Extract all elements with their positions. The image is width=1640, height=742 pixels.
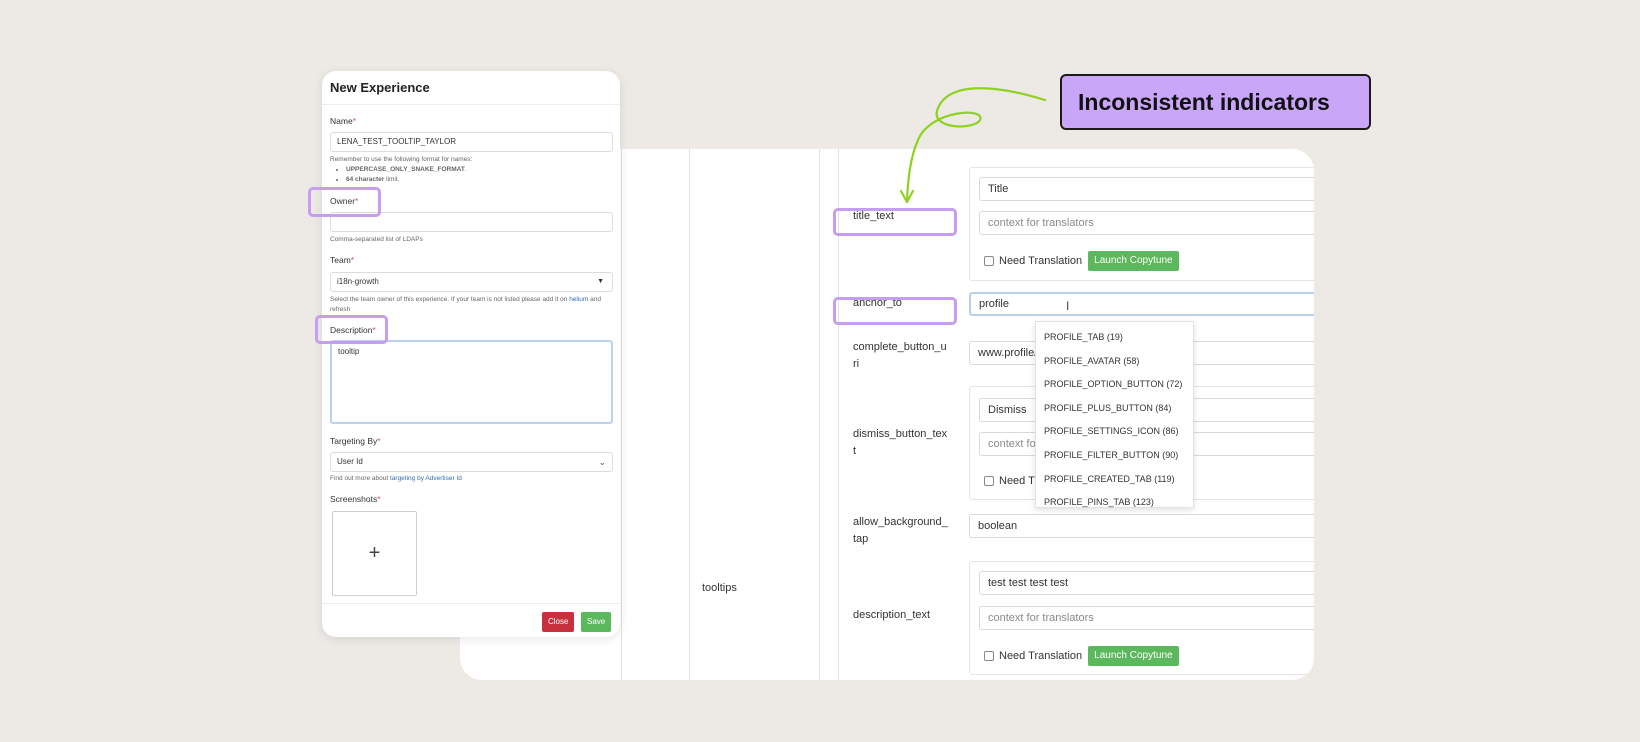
inconsistent-indicators-callout: Inconsistent indicators [1060, 74, 1371, 130]
highlight-anchor-to [833, 297, 957, 325]
title-text-translation-row: Need Translation Launch Copytune [984, 251, 1179, 271]
name-label: Name* [330, 116, 356, 126]
screenshots-label-text: Screenshots [330, 494, 378, 504]
plus-icon: + [368, 542, 381, 564]
description-translation-row: Need Translation Launch Copytune [984, 646, 1179, 666]
description-text-input[interactable]: test test test test [979, 571, 1314, 595]
new-experience-modal: New Experience Name* LENA_TEST_TOOLTIP_T… [322, 71, 620, 637]
required-marker: * [350, 255, 355, 265]
name-help: Remember to use the following format for… [330, 155, 613, 185]
need-translation-checkbox[interactable] [984, 651, 994, 661]
targeting-label: Targeting By* [330, 436, 381, 446]
dropdown-option[interactable]: PROFILE_PINS_TAB (123) [1036, 491, 1193, 515]
name-rule-text: limit. [384, 176, 400, 183]
need-translation-checkbox[interactable] [984, 476, 994, 486]
need-translation-label: Need Tr [999, 475, 1039, 487]
name-rule-text: . [464, 166, 467, 173]
targeting-advertiser-link[interactable]: targeting by Advertiser Id [390, 475, 462, 482]
field-label-allow-background-tap: allow_background_tap [853, 516, 948, 545]
required-marker: * [352, 116, 356, 126]
team-label: Team* [330, 255, 354, 265]
required-marker: * [377, 494, 381, 504]
field-label-dismiss-button-text: dismiss_button_text [853, 428, 948, 457]
need-translation-label: Need Translation [999, 255, 1083, 267]
owner-help: Comma-separated list of LDAPs [330, 236, 423, 243]
screenshots-label: Screenshots* [330, 494, 381, 504]
dropdown-option[interactable]: PROFILE_TAB (19) [1036, 326, 1193, 350]
name-input[interactable]: LENA_TEST_TOOLTIP_TAYLOR [330, 132, 613, 152]
description-context-input[interactable]: context for translators [979, 606, 1314, 630]
helium-link[interactable]: helium [569, 296, 588, 303]
dropdown-option[interactable]: PROFILE_OPTION_BUTTON (72) [1036, 373, 1193, 397]
section-label-tooltips: tooltips [702, 582, 737, 594]
required-marker: * [377, 436, 381, 446]
name-rules-list: UPPERCASE_ONLY_SNAKE_FORMAT. 64 characte… [330, 165, 613, 185]
name-rule-item: 64 character limit. [346, 175, 613, 185]
highlight-owner-label [308, 187, 381, 217]
dropdown-option[interactable]: PROFILE_SETTINGS_ICON (86) [1036, 420, 1193, 444]
name-rule-bold: 64 character [346, 176, 385, 183]
column-divider [689, 149, 690, 680]
name-rule-item: UPPERCASE_ONLY_SNAKE_FORMAT. [346, 165, 613, 175]
field-label-complete-button-uri: complete_button_uri [853, 341, 947, 370]
name-rule-bold: UPPERCASE_ONLY_SNAKE_FORMAT [346, 166, 465, 173]
team-select-value: i18n-growth [337, 277, 379, 286]
add-screenshot-button[interactable]: + [332, 511, 417, 596]
dropdown-option[interactable]: PROFILE_AVATAR (58) [1036, 350, 1193, 374]
launch-copytune-button[interactable]: Launch Copytune [1088, 646, 1179, 666]
caret-down-icon: ▼ [597, 278, 604, 285]
targeting-help-text: Find out more about [330, 475, 390, 482]
targeting-label-text: Targeting By [330, 436, 378, 446]
highlight-description-label [315, 315, 388, 344]
dropdown-option[interactable]: PROFILE_FILTER_BUTTON (90) [1036, 444, 1193, 468]
need-translation-checkbox[interactable] [984, 256, 994, 266]
text-cursor-icon: I [1066, 299, 1070, 313]
field-label-description-text: description_text [853, 609, 931, 621]
dropdown-option[interactable]: PROFILE_CREATED_TAB (119) [1036, 468, 1193, 492]
targeting-select[interactable]: User Id ⌄ [330, 452, 613, 472]
title-text-context-input[interactable]: context for translators [979, 211, 1314, 235]
anchor-autocomplete-dropdown: PROFILE_TAB (19) PROFILE_AVATAR (58) PRO… [1035, 321, 1194, 508]
description-textarea[interactable]: tooltip [330, 340, 613, 424]
highlight-title-text [833, 208, 957, 236]
team-select[interactable]: i18n-growth ▼ [330, 272, 613, 292]
modal-footer-divider [322, 603, 620, 604]
modal-title: New Experience [322, 71, 620, 105]
targeting-select-value: User Id [337, 457, 363, 466]
targeting-help: Find out more about targeting by Adverti… [330, 474, 613, 484]
name-label-text: Name [330, 116, 353, 126]
dropdown-option[interactable]: PROFILE_PLUS_BUTTON (84) [1036, 397, 1193, 421]
team-label-text: Team [330, 255, 351, 265]
annotation-arrow [899, 87, 1047, 204]
chevron-down-icon: ⌄ [598, 457, 606, 467]
column-divider [819, 149, 820, 680]
close-button[interactable]: Close [542, 612, 575, 632]
name-help-intro: Remember to use the following format for… [330, 156, 473, 163]
team-help-text: Select the team owner of this experience… [330, 296, 570, 303]
anchor-to-input[interactable]: profile [969, 292, 1314, 316]
dismiss-translation-row: Need Tr [984, 471, 1038, 491]
allow-background-tap-input[interactable]: boolean [969, 514, 1314, 538]
launch-copytune-button[interactable]: Launch Copytune [1088, 251, 1179, 271]
column-divider [621, 149, 622, 680]
save-button[interactable]: Save [581, 612, 612, 632]
need-translation-label: Need Translation [999, 650, 1083, 662]
team-help: Select the team owner of this experience… [330, 295, 613, 315]
